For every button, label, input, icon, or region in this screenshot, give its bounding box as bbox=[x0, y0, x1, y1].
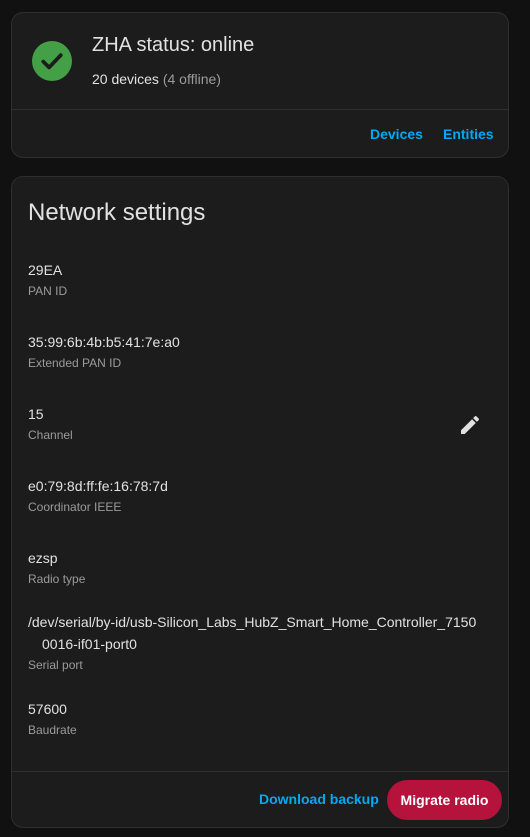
devices-count-text: 20 devices bbox=[92, 71, 159, 87]
card-divider bbox=[12, 771, 508, 772]
migrate-radio-button[interactable]: Migrate radio bbox=[387, 780, 502, 820]
setting-value: 15 bbox=[28, 406, 44, 422]
setting-coordinator-ieee: e0:79:8d:ff:fe:16:78:7d Coordinator IEEE bbox=[28, 475, 488, 514]
setting-label: Radio type bbox=[28, 572, 86, 586]
setting-value: /dev/serial/by-id/usb-Silicon_Labs_HubZ_… bbox=[28, 611, 488, 655]
download-backup-button[interactable]: Download backup bbox=[259, 791, 379, 807]
setting-baudrate: 57600 Baudrate bbox=[28, 698, 488, 737]
setting-label: Serial port bbox=[28, 658, 83, 672]
setting-value: 29EA bbox=[28, 262, 63, 278]
setting-value: ezsp bbox=[28, 550, 58, 566]
entities-button[interactable]: Entities bbox=[443, 126, 494, 142]
card-divider bbox=[12, 109, 508, 110]
setting-extended-pan-id: 35:99:6b:4b:b5:41:7e:a0 Extended PAN ID bbox=[28, 331, 488, 370]
serial-port-line-1: /dev/serial/by-id/usb-Silicon_Labs_HubZ_… bbox=[28, 614, 477, 630]
setting-label: Channel bbox=[28, 428, 73, 442]
setting-value: e0:79:8d:ff:fe:16:78:7d bbox=[28, 478, 168, 494]
setting-serial-port: /dev/serial/by-id/usb-Silicon_Labs_HubZ_… bbox=[28, 611, 488, 672]
setting-radio-type: ezsp Radio type bbox=[28, 547, 488, 586]
pencil-icon[interactable] bbox=[458, 413, 482, 437]
serial-port-line-2: 0016-if01-port0 bbox=[42, 636, 137, 652]
setting-value: 57600 bbox=[28, 701, 67, 717]
network-settings-card: Network settings 29EA PAN ID 35:99:6b:4b… bbox=[11, 176, 509, 828]
setting-label: Extended PAN ID bbox=[28, 356, 122, 370]
setting-label: PAN ID bbox=[28, 284, 68, 298]
device-count: 20 devices (4 offline) bbox=[92, 71, 221, 87]
setting-pan-id: 29EA PAN ID bbox=[28, 259, 488, 298]
offline-count-text: (4 offline) bbox=[162, 71, 221, 87]
zha-status-card: ZHA status: online 20 devices (4 offline… bbox=[11, 12, 509, 158]
setting-label: Baudrate bbox=[28, 723, 77, 737]
setting-value: 35:99:6b:4b:b5:41:7e:a0 bbox=[28, 334, 180, 350]
network-settings-title: Network settings bbox=[28, 199, 206, 226]
setting-channel: 15 Channel bbox=[28, 403, 488, 442]
check-circle-icon bbox=[32, 41, 72, 81]
devices-button[interactable]: Devices bbox=[370, 126, 423, 142]
setting-label: Coordinator IEEE bbox=[28, 500, 122, 514]
status-title: ZHA status: online bbox=[92, 34, 255, 56]
